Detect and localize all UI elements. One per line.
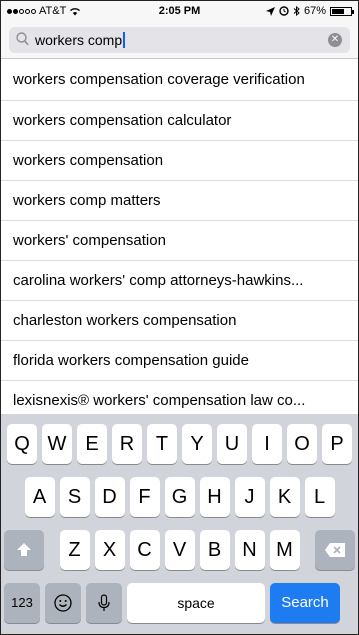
suggestion-item[interactable]: charleston workers compensation (1, 301, 358, 341)
search-query-text: workers comp (35, 32, 126, 48)
keyboard-row-3: ZXCVBNM (1, 530, 358, 570)
key-v[interactable]: V (164, 530, 195, 570)
search-input[interactable]: workers comp ✕ (9, 27, 350, 53)
key-s[interactable]: S (59, 477, 90, 517)
status-right: 67% (265, 5, 354, 17)
shift-arrow-icon (17, 543, 31, 556)
keyboard-row-1: QWERTYUIOP (1, 424, 358, 464)
suggestion-item[interactable]: workers comp matters (1, 181, 358, 221)
emoji-key[interactable] (45, 583, 81, 623)
key-t[interactable]: T (147, 424, 177, 464)
battery-icon (330, 6, 354, 16)
key-b[interactable]: B (199, 530, 230, 570)
key-g[interactable]: G (164, 477, 195, 517)
status-bar: AT&T 2:05 PM 67% (1, 1, 358, 21)
alarm-lock-icon (279, 6, 289, 16)
key-d[interactable]: D (94, 477, 125, 517)
backspace-icon (325, 543, 345, 557)
phone-screen: AT&T 2:05 PM 67% workers comp ✕ workers … (0, 0, 359, 635)
location-arrow-icon (265, 6, 275, 16)
key-k[interactable]: K (269, 477, 300, 517)
key-y[interactable]: Y (182, 424, 212, 464)
key-c[interactable]: C (129, 530, 160, 570)
microphone-icon (98, 594, 110, 611)
space-key[interactable]: space (127, 583, 265, 623)
key-l[interactable]: L (304, 477, 335, 517)
key-n[interactable]: N (234, 530, 265, 570)
key-e[interactable]: E (77, 424, 107, 464)
numbers-key[interactable]: 123 (4, 583, 40, 623)
suggestion-item[interactable]: workers compensation calculator (1, 101, 358, 141)
bluetooth-icon (293, 6, 300, 16)
suggestion-item[interactable]: florida workers compensation guide (1, 341, 358, 381)
key-f[interactable]: F (129, 477, 160, 517)
key-h[interactable]: H (199, 477, 230, 517)
letter-keys-row-3: ZXCVBNM (59, 530, 300, 570)
keyboard: QWERTYUIOP ASDFGHJKL ZXCVBNM 123 space S… (1, 414, 358, 634)
key-x[interactable]: X (94, 530, 125, 570)
key-r[interactable]: R (112, 424, 142, 464)
search-bar: workers comp ✕ (1, 21, 358, 59)
key-z[interactable]: Z (59, 530, 90, 570)
shift-key[interactable] (4, 530, 44, 570)
key-o[interactable]: O (287, 424, 317, 464)
suggestion-item[interactable]: workers compensation (1, 141, 358, 181)
text-caret (123, 32, 126, 48)
key-w[interactable]: W (42, 424, 72, 464)
delete-key[interactable] (315, 530, 355, 570)
search-key[interactable]: Search (270, 583, 340, 623)
key-q[interactable]: Q (7, 424, 37, 464)
key-u[interactable]: U (217, 424, 247, 464)
suggestion-item[interactable]: workers compensation coverage verificati… (1, 59, 358, 101)
suggestion-list: workers compensation coverage verificati… (1, 59, 358, 421)
key-m[interactable]: M (269, 530, 300, 570)
key-p[interactable]: P (322, 424, 352, 464)
suggestion-item[interactable]: carolina workers' comp attorneys-hawkins… (1, 261, 358, 301)
keyboard-row-2: ASDFGHJKL (1, 477, 358, 517)
suggestion-item[interactable]: workers' compensation (1, 221, 358, 261)
magnifier-icon (16, 32, 29, 46)
emoji-icon (54, 594, 72, 612)
battery-percent: 67% (303, 5, 326, 17)
key-j[interactable]: J (234, 477, 265, 517)
dictation-key[interactable] (86, 583, 122, 623)
key-a[interactable]: A (24, 477, 55, 517)
clear-circle-icon[interactable]: ✕ (328, 33, 342, 47)
key-i[interactable]: I (252, 424, 282, 464)
keyboard-row-4: 123 space Search (1, 583, 358, 623)
